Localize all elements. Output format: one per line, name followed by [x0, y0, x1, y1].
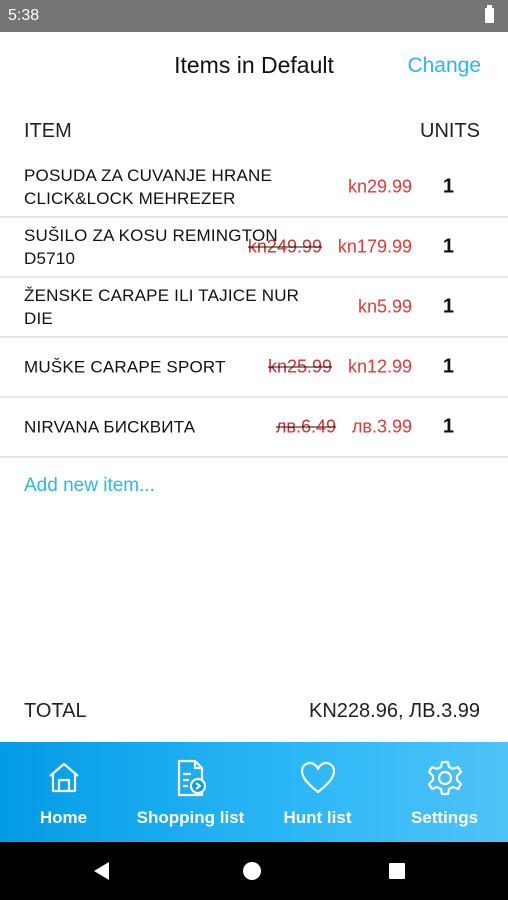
nav-shopping-list[interactable]: Shopping list — [127, 742, 254, 842]
gear-icon — [427, 760, 462, 796]
item-units[interactable]: 1 — [443, 236, 454, 259]
nav-hunt-list[interactable]: Hunt list — [254, 742, 381, 842]
back-icon[interactable] — [94, 862, 109, 880]
list-item[interactable]: MUŠKE CARAPE SPORT kn25.99 kn12.99 1 — [0, 338, 508, 398]
status-time: 5:38 — [8, 7, 40, 24]
nav-home-label: Home — [39, 808, 88, 827]
item-column-label: ITEM — [24, 120, 72, 142]
item-old-price: kn249.99 — [247, 236, 322, 257]
recents-icon[interactable] — [389, 863, 405, 879]
list-item[interactable]: ŽENSKE CARAPE ILI TAJICE NUR DIE kn5.99 … — [0, 278, 508, 338]
list-item[interactable]: SUŠILO ZA KOSU REMINGTON D5710 kn249.99 … — [0, 218, 508, 278]
add-new-item-link[interactable]: Add new item... — [24, 475, 155, 497]
bottom-navigation: Home Shopping list Hunt list Settings — [0, 742, 508, 842]
item-name: ŽENSKE CARAPE ILI TAJICE NUR DIE — [24, 286, 300, 328]
total-row: TOTAL KN228.96, ЛВ.3.99 — [0, 700, 508, 728]
nav-home[interactable]: Home — [0, 742, 127, 842]
list-item[interactable]: NIRVANA БИСКВИТА лв.6.49 лв.3.99 1 — [0, 398, 508, 458]
nav-settings[interactable]: Settings — [381, 742, 508, 842]
nav-settings-label: Settings — [410, 808, 479, 827]
item-list: POSUDA ZA CUVANJE HRANE CLICK&LOCK MEHRE… — [0, 158, 508, 458]
nav-shopping-list-label: Shopping list — [136, 808, 245, 827]
item-price: kn5.99 — [357, 296, 412, 317]
item-price: kn12.99 — [347, 356, 412, 377]
home-icon — [48, 762, 79, 793]
item-old-price: лв.6.49 — [275, 416, 336, 437]
item-price: kn29.99 — [347, 176, 412, 197]
app-bar: Items in Default Change — [0, 32, 508, 100]
status-bar: 5:38 — [0, 0, 508, 32]
total-value: KN228.96, ЛВ.3.99 — [308, 700, 480, 722]
item-units[interactable]: 1 — [443, 356, 454, 379]
total-label: TOTAL — [24, 700, 87, 722]
item-name: POSUDA ZA CUVANJE HRANE CLICK&LOCK MEHRE… — [24, 166, 273, 208]
list-item[interactable]: POSUDA ZA CUVANJE HRANE CLICK&LOCK MEHRE… — [0, 158, 508, 218]
battery-icon — [485, 5, 494, 23]
heart-icon — [300, 761, 335, 794]
column-header: ITEM UNITS — [0, 100, 508, 158]
item-units[interactable]: 1 — [443, 296, 454, 319]
item-price: kn179.99 — [337, 236, 412, 257]
nav-hunt-list-label: Hunt list — [283, 808, 352, 827]
change-button[interactable]: Change — [407, 54, 481, 78]
item-price: лв.3.99 — [351, 416, 412, 437]
system-navigation-bar — [0, 842, 508, 900]
item-old-price: kn25.99 — [267, 356, 332, 377]
home-button-icon[interactable] — [243, 862, 261, 880]
shopping-list-icon — [177, 759, 206, 797]
item-units[interactable]: 1 — [443, 416, 454, 439]
units-column-label: UNITS — [420, 120, 480, 142]
item-units[interactable]: 1 — [443, 176, 454, 199]
